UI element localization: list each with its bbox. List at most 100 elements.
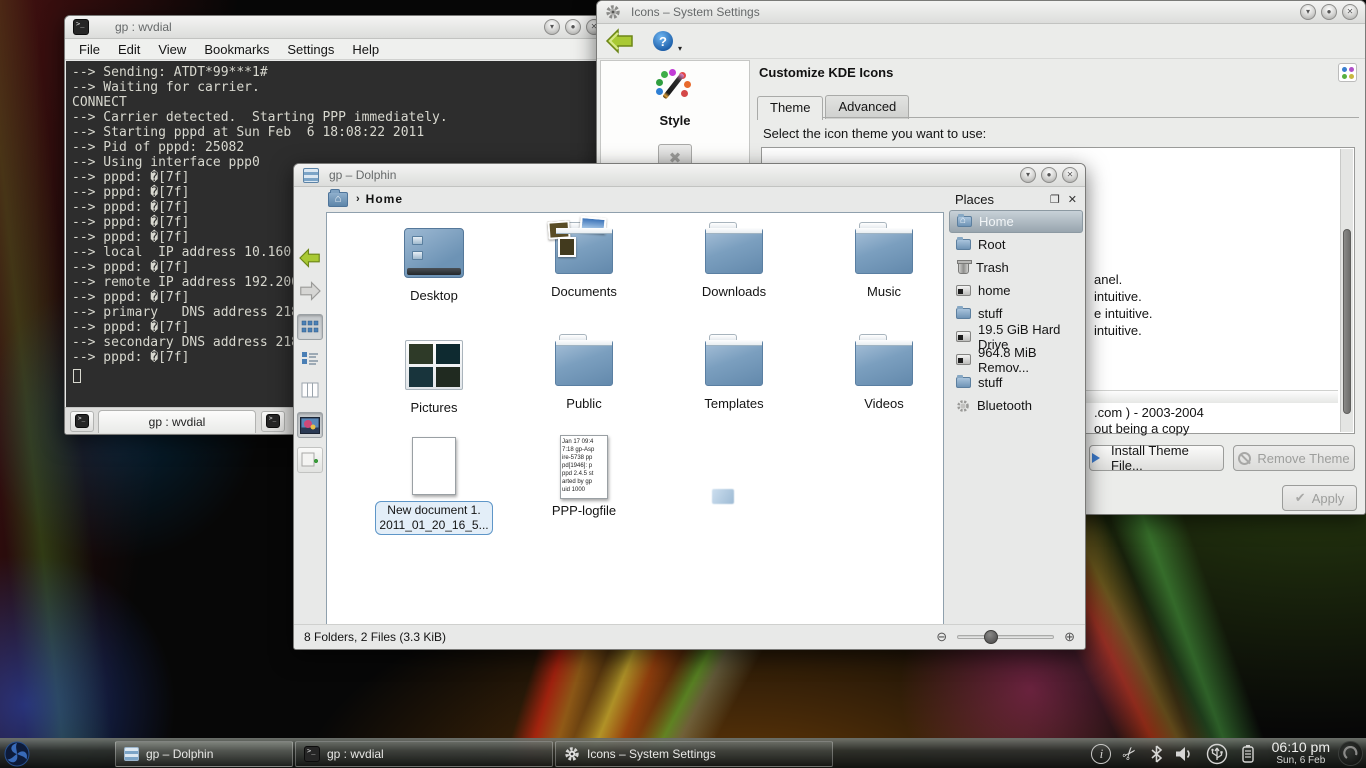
folder-icon xyxy=(855,228,913,274)
install-theme-button[interactable]: Install Theme File... xyxy=(1089,445,1224,471)
clock[interactable]: 06:10 pm Sun, 6 Feb xyxy=(1272,741,1330,767)
remove-theme-button[interactable]: Remove Theme xyxy=(1233,445,1355,471)
menu-bookmarks[interactable]: Bookmarks xyxy=(204,42,269,57)
task-wvdial[interactable]: >_ gp : wvdial xyxy=(295,741,553,767)
folder-item[interactable]: Public xyxy=(509,340,659,411)
forward-button[interactable] xyxy=(297,278,323,304)
folder-item[interactable]: Templates xyxy=(659,340,809,411)
folder-item[interactable]: Downloads xyxy=(659,228,809,299)
maximize-button[interactable]: ● xyxy=(1321,4,1337,20)
folder-item[interactable]: Pictures xyxy=(359,340,509,415)
plasma-toolbox-icon[interactable] xyxy=(1338,741,1363,766)
sidebar-item-style-label: Style xyxy=(601,113,749,128)
scrollbar[interactable] xyxy=(1340,149,1353,432)
sidebar-item-style[interactable]: Style xyxy=(601,61,749,128)
details-view-icon xyxy=(301,350,319,366)
place-home[interactable]: ⌂ Home xyxy=(949,210,1083,233)
folder-label: Desktop xyxy=(359,288,509,303)
maximize-button[interactable]: ● xyxy=(565,19,581,35)
preview-icon xyxy=(300,417,320,434)
maximize-button[interactable]: ● xyxy=(1041,167,1057,183)
settings-titlebar[interactable]: Icons – System Settings ▾ ● ✕ xyxy=(597,1,1365,24)
icons-view-button[interactable] xyxy=(297,314,323,340)
checkmark-icon: ✔ xyxy=(1295,490,1306,506)
rename-label-box[interactable]: New document 1. 2011_01_20_16_5... xyxy=(375,501,493,535)
bluetooth-icon[interactable] xyxy=(1150,745,1163,763)
task-system-settings[interactable]: Icons – System Settings xyxy=(555,741,833,767)
minimize-button[interactable]: ▾ xyxy=(1020,167,1036,183)
apply-button[interactable]: ✔ Apply xyxy=(1282,485,1357,511)
page-title: Customize KDE Icons xyxy=(759,65,893,80)
zoom-slider[interactable] xyxy=(957,635,1054,639)
columns-view-icon xyxy=(301,382,319,398)
usb-device-notifier-icon[interactable] xyxy=(1206,743,1228,765)
menu-edit[interactable]: Edit xyxy=(118,42,140,57)
battery-icon[interactable] xyxy=(1240,744,1256,764)
zoom-in-icon[interactable]: ⊕ xyxy=(1064,629,1075,645)
tab-advanced[interactable]: Advanced xyxy=(825,95,909,119)
chevron-down-icon: ▾ xyxy=(678,44,682,53)
close-button[interactable]: ✕ xyxy=(1342,4,1358,20)
place-root[interactable]: Root xyxy=(949,233,1083,256)
hard-drive-icon xyxy=(956,331,971,342)
folder-label: Pictures xyxy=(359,400,509,415)
desktop: >_ gp : wvdial ▾ ● ✕ File Edit View Book… xyxy=(0,0,1366,768)
breadcrumb-home[interactable]: Home xyxy=(366,192,403,206)
file-item-selected[interactable]: New document 1. 2011_01_20_16_5... xyxy=(359,437,509,535)
home-icon: ⌂ xyxy=(957,216,972,227)
drag-ghost-icon xyxy=(712,489,734,504)
photo-thumbnail xyxy=(409,367,433,387)
new-tab-button[interactable]: >_ xyxy=(70,411,94,432)
folder-item[interactable]: Videos xyxy=(809,340,959,411)
folder-icon xyxy=(956,239,971,250)
place-removable[interactable]: 964.8 MiB Remov... xyxy=(949,348,1083,371)
folder-item[interactable]: Documents xyxy=(509,228,659,299)
close-button[interactable]: ✕ xyxy=(1062,167,1078,183)
list-item-fragment: intuitive. xyxy=(1094,288,1142,305)
folder-icon xyxy=(956,308,971,319)
details-view-button[interactable] xyxy=(297,345,323,371)
folder-item[interactable]: Desktop xyxy=(359,228,509,303)
back-button[interactable] xyxy=(297,245,323,271)
preview-button[interactable] xyxy=(297,412,323,438)
volume-icon[interactable] xyxy=(1175,746,1194,762)
folder-label: Public xyxy=(509,396,659,411)
launcher-icon[interactable] xyxy=(3,740,31,768)
konsole-titlebar[interactable]: >_ gp : wvdial ▾ ● ✕ xyxy=(65,16,609,39)
tab-list-button[interactable]: >_ xyxy=(261,411,285,432)
klipper-scissors-icon[interactable]: ✂ xyxy=(1118,742,1142,766)
remove-theme-label: Remove Theme xyxy=(1257,451,1349,466)
file-item[interactable]: Jan 17 09:4 7:18 gp-Asp ire-5738 pp pd[1… xyxy=(509,435,659,518)
place-label: stuff xyxy=(978,375,1002,390)
folder-icon xyxy=(555,340,613,386)
place-bluetooth[interactable]: Bluetooth xyxy=(949,394,1083,417)
menu-settings[interactable]: Settings xyxy=(287,42,334,57)
clock-time: 06:10 pm xyxy=(1272,741,1330,754)
places-panel: Places ❐ ✕ ⌂ Home Root Trash home xyxy=(949,188,1083,624)
notifications-icon[interactable]: i xyxy=(1091,744,1111,764)
dolphin-app-icon xyxy=(303,168,319,183)
help-button[interactable]: ? ▾ xyxy=(653,31,673,51)
scrollbar-thumb[interactable] xyxy=(1343,229,1351,414)
place-home-partition[interactable]: home xyxy=(949,279,1083,302)
zoom-slider-handle[interactable] xyxy=(984,630,998,644)
task-dolphin[interactable]: gp – Dolphin xyxy=(115,741,293,767)
dolphin-titlebar[interactable]: gp – Dolphin ▾ ● ✕ xyxy=(294,164,1085,187)
folder-item[interactable]: Music xyxy=(809,228,959,299)
menu-help[interactable]: Help xyxy=(352,42,379,57)
minimize-button[interactable]: ▾ xyxy=(544,19,560,35)
columns-view-button[interactable] xyxy=(297,377,323,403)
home-icon[interactable]: ⌂ xyxy=(328,192,348,207)
close-panel-icon[interactable]: ✕ xyxy=(1068,193,1077,206)
menu-view[interactable]: View xyxy=(158,42,186,57)
tab-theme[interactable]: Theme xyxy=(757,96,823,120)
folder-view[interactable]: Desktop Documents Downloads Music xyxy=(326,212,944,626)
place-trash[interactable]: Trash xyxy=(949,256,1083,279)
minimize-button[interactable]: ▾ xyxy=(1300,4,1316,20)
menu-file[interactable]: File xyxy=(79,42,100,57)
back-button[interactable] xyxy=(605,28,635,54)
split-view-button[interactable] xyxy=(297,447,323,473)
zoom-out-icon[interactable]: ⊖ xyxy=(936,629,947,645)
konsole-tab[interactable]: gp : wvdial xyxy=(98,410,256,433)
float-panel-icon[interactable]: ❐ xyxy=(1050,193,1060,206)
